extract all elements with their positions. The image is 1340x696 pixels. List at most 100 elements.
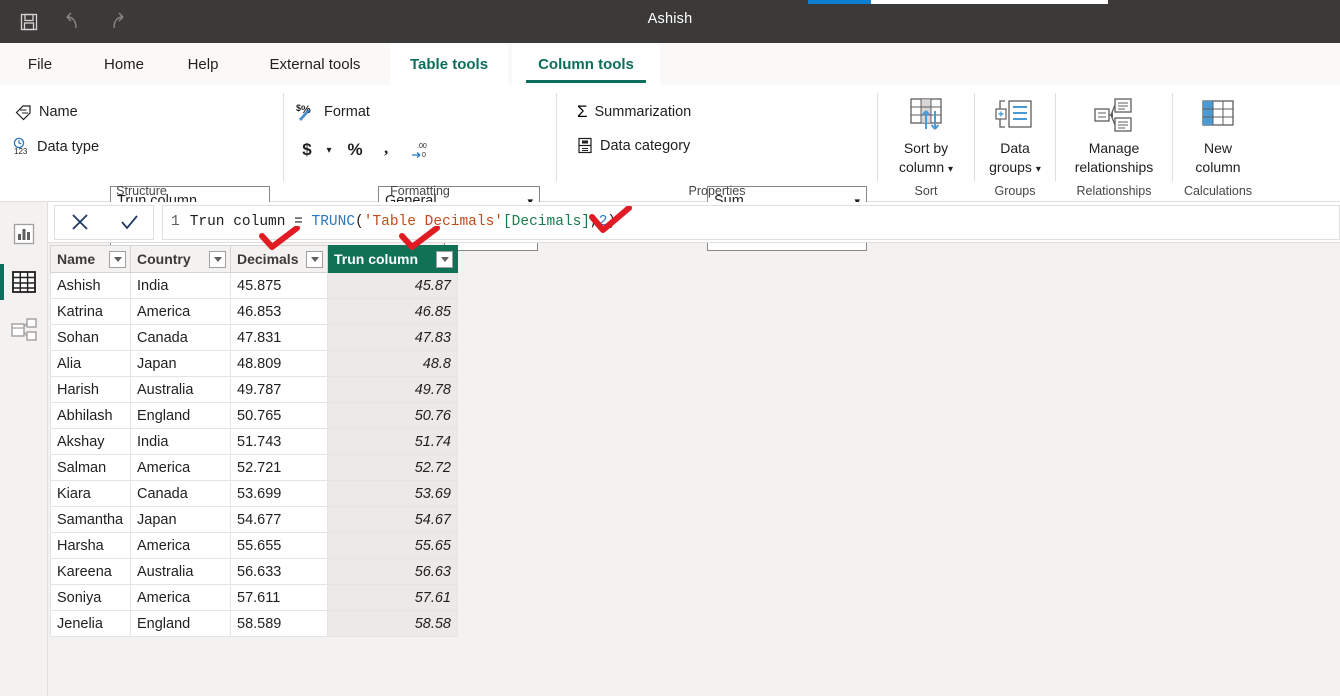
table-cell-trun[interactable]: 48.8	[328, 351, 458, 377]
manage-relationships-button[interactable]: Manage relationships	[1056, 93, 1172, 177]
data-groups-button[interactable]: Data groups ▾	[975, 93, 1055, 179]
filter-dropdown-icon[interactable]	[436, 251, 453, 268]
table-row[interactable]: AshishIndia45.87545.87	[50, 273, 458, 299]
table-cell-decimals[interactable]: 50.765	[231, 403, 328, 429]
thousands-separator-button[interactable]: ,	[376, 137, 402, 163]
table-cell-trun[interactable]: 51.74	[328, 429, 458, 455]
table-cell-decimals[interactable]: 47.831	[231, 325, 328, 351]
table-row[interactable]: SohanCanada47.83147.83	[50, 325, 458, 351]
table-row[interactable]: AkshayIndia51.74351.74	[50, 429, 458, 455]
currency-dropdown-chevron-icon[interactable]: ▾	[322, 137, 336, 163]
table-cell-decimals[interactable]: 54.677	[231, 507, 328, 533]
column-header-name[interactable]: Name	[50, 245, 131, 273]
column-header-country[interactable]: Country	[131, 245, 231, 273]
table-cell-name[interactable]: Abhilash	[50, 403, 131, 429]
filter-dropdown-icon[interactable]	[109, 251, 126, 268]
table-row[interactable]: KatrinaAmerica46.85346.85	[50, 299, 458, 325]
table-cell-country[interactable]: India	[131, 273, 231, 299]
table-cell-name[interactable]: Ashish	[50, 273, 131, 299]
table-cell-trun[interactable]: 57.61	[328, 585, 458, 611]
table-row[interactable]: SalmanAmerica52.72152.72	[50, 455, 458, 481]
table-cell-decimals[interactable]: 57.611	[231, 585, 328, 611]
model-view-icon[interactable]	[0, 306, 48, 354]
table-cell-name[interactable]: Kareena	[50, 559, 131, 585]
currency-format-button[interactable]: $	[294, 137, 320, 163]
table-cell-country[interactable]: Australia	[131, 377, 231, 403]
table-cell-trun[interactable]: 52.72	[328, 455, 458, 481]
table-cell-trun[interactable]: 53.69	[328, 481, 458, 507]
report-view-icon[interactable]	[0, 210, 48, 258]
table-cell-trun[interactable]: 46.85	[328, 299, 458, 325]
table-cell-country[interactable]: Canada	[131, 325, 231, 351]
table-cell-name[interactable]: Kiara	[50, 481, 131, 507]
column-header-trun-column[interactable]: Trun column	[328, 245, 458, 273]
table-cell-decimals[interactable]: 51.743	[231, 429, 328, 455]
table-cell-trun[interactable]: 47.83	[328, 325, 458, 351]
table-cell-trun[interactable]: 45.87	[328, 273, 458, 299]
table-cell-name[interactable]: Soniya	[50, 585, 131, 611]
data-view-icon[interactable]	[0, 258, 48, 306]
dax-formula-input[interactable]: 1 Trun column = TRUNC('Table Decimals'[D…	[162, 205, 1340, 240]
table-row[interactable]: HarishAustralia49.78749.78	[50, 377, 458, 403]
tab-column-tools[interactable]: Column tools	[512, 43, 660, 85]
table-row[interactable]: SoniyaAmerica57.61157.61	[50, 585, 458, 611]
table-cell-decimals[interactable]: 46.853	[231, 299, 328, 325]
table-cell-decimals[interactable]: 53.699	[231, 481, 328, 507]
tab-help[interactable]: Help	[172, 43, 234, 85]
table-cell-trun[interactable]: 55.65	[328, 533, 458, 559]
table-cell-trun[interactable]: 50.76	[328, 403, 458, 429]
tab-table-tools[interactable]: Table tools	[390, 43, 508, 85]
table-cell-country[interactable]: America	[131, 533, 231, 559]
table-cell-name[interactable]: Samantha	[50, 507, 131, 533]
table-cell-name[interactable]: Akshay	[50, 429, 131, 455]
table-row[interactable]: KareenaAustralia56.63356.63	[50, 559, 458, 585]
percent-format-button[interactable]: %	[342, 137, 368, 163]
table-cell-trun[interactable]: 54.67	[328, 507, 458, 533]
tab-home[interactable]: Home	[86, 43, 162, 85]
table-cell-name[interactable]: Salman	[50, 455, 131, 481]
table-row[interactable]: JeneliaEngland58.58958.58	[50, 611, 458, 637]
table-cell-decimals[interactable]: 58.589	[231, 611, 328, 637]
table-cell-country[interactable]: America	[131, 585, 231, 611]
table-cell-name[interactable]: Katrina	[50, 299, 131, 325]
table-cell-country[interactable]: India	[131, 429, 231, 455]
table-cell-name[interactable]: Sohan	[50, 325, 131, 351]
table-cell-trun[interactable]: 58.58	[328, 611, 458, 637]
data-type-icon: 123	[12, 137, 32, 156]
table-row[interactable]: HarshaAmerica55.65555.65	[50, 533, 458, 559]
table-cell-decimals[interactable]: 49.787	[231, 377, 328, 403]
table-cell-name[interactable]: Alia	[50, 351, 131, 377]
table-row[interactable]: AliaJapan48.80948.8	[50, 351, 458, 377]
filter-dropdown-icon[interactable]	[209, 251, 226, 268]
sort-by-column-button[interactable]: Sort by column ▾	[878, 93, 974, 179]
table-cell-country[interactable]: America	[131, 299, 231, 325]
new-column-button[interactable]: New column	[1173, 93, 1263, 177]
table-cell-country[interactable]: Japan	[131, 507, 231, 533]
table-cell-name[interactable]: Harish	[50, 377, 131, 403]
column-header-decimals[interactable]: Decimals	[231, 245, 328, 273]
table-cell-country[interactable]: England	[131, 403, 231, 429]
table-cell-trun[interactable]: 56.63	[328, 559, 458, 585]
table-cell-decimals[interactable]: 56.633	[231, 559, 328, 585]
table-cell-name[interactable]: Harsha	[50, 533, 131, 559]
table-cell-country[interactable]: England	[131, 611, 231, 637]
table-cell-country[interactable]: America	[131, 455, 231, 481]
table-cell-country[interactable]: Australia	[131, 559, 231, 585]
decrease-decimals-button[interactable]: .00 0	[408, 137, 434, 163]
table-row[interactable]: KiaraCanada53.69953.69	[50, 481, 458, 507]
table-cell-decimals[interactable]: 52.721	[231, 455, 328, 481]
table-cell-country[interactable]: Canada	[131, 481, 231, 507]
tab-external-tools[interactable]: External tools	[244, 43, 386, 85]
table-cell-country[interactable]: Japan	[131, 351, 231, 377]
cancel-icon[interactable]	[60, 206, 100, 239]
table-row[interactable]: SamanthaJapan54.67754.67	[50, 507, 458, 533]
table-cell-decimals[interactable]: 55.655	[231, 533, 328, 559]
table-cell-name[interactable]: Jenelia	[50, 611, 131, 637]
table-cell-decimals[interactable]: 48.809	[231, 351, 328, 377]
table-row[interactable]: AbhilashEngland50.76550.76	[50, 403, 458, 429]
commit-checkmark-icon[interactable]	[109, 206, 149, 239]
tab-file[interactable]: File	[14, 43, 66, 85]
table-cell-trun[interactable]: 49.78	[328, 377, 458, 403]
table-cell-decimals[interactable]: 45.875	[231, 273, 328, 299]
filter-dropdown-icon[interactable]	[306, 251, 323, 268]
